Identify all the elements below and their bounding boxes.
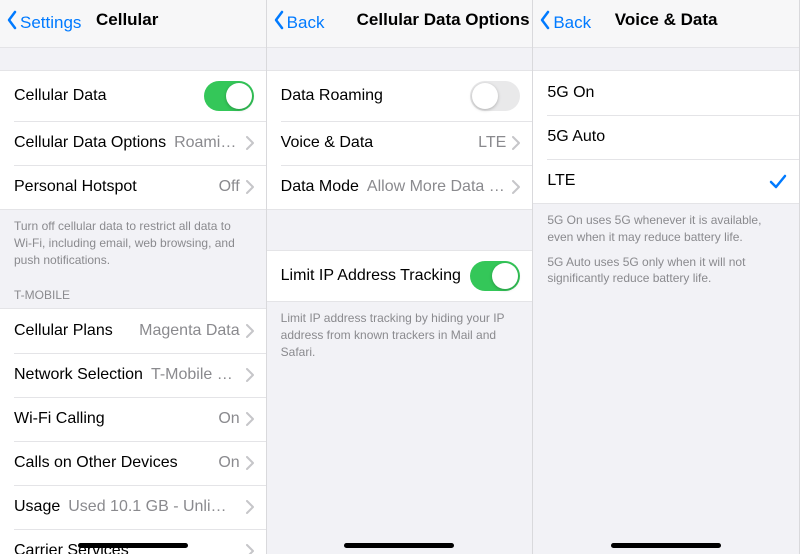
footer-line-2: 5G Auto uses 5G only when it will not si… [547, 254, 785, 288]
chevron-right-icon [246, 324, 254, 338]
row-calls-other-devices[interactable]: Calls on Other Devices On [0, 441, 266, 485]
chevron-right-icon [512, 136, 520, 150]
chevron-right-icon [246, 500, 254, 514]
cell-value: Magenta Data [139, 322, 240, 340]
row-voice-and-data[interactable]: Voice & Data LTE [267, 121, 533, 165]
cell-label: Cellular Plans [14, 322, 113, 340]
row-usage[interactable]: Usage Used 10.1 GB - Unlimited [0, 485, 266, 529]
back-label: Back [287, 13, 325, 33]
row-cellular-data[interactable]: Cellular Data [0, 71, 266, 121]
group-cellular-main: Cellular Data Cellular Data Options Roam… [0, 70, 266, 210]
cell-label: Calls on Other Devices [14, 454, 178, 472]
row-network-selection[interactable]: Network Selection T-Mobile Wi-Fi [0, 353, 266, 397]
cell-label: Data Roaming [281, 87, 383, 105]
navbar: Settings Cellular [0, 0, 266, 48]
footer-limit-ip: Limit IP address tracking by hiding your… [267, 302, 533, 366]
chevron-left-icon [273, 10, 285, 35]
chevron-right-icon [246, 456, 254, 470]
cell-label: Cellular Data [14, 87, 106, 105]
back-button-settings[interactable]: Settings [6, 10, 81, 35]
cell-label: Data Mode [281, 178, 359, 196]
cell-value: On [218, 410, 239, 428]
cell-label: LTE [547, 172, 575, 190]
pane-cellular: Settings Cellular Cellular Data Cellular… [0, 0, 267, 554]
home-indicator[interactable] [78, 543, 188, 548]
footer-line-1: 5G On uses 5G whenever it is available, … [547, 212, 785, 246]
row-carrier-services[interactable]: Carrier Services [0, 529, 266, 554]
cell-label: Usage [14, 498, 60, 516]
cell-value: Used 10.1 GB - Unlimited [68, 498, 239, 516]
row-cellular-plans[interactable]: Cellular Plans Magenta Data [0, 309, 266, 353]
navbar: Back Voice & Data [533, 0, 799, 48]
group-voice-data-options: 5G On 5G Auto LTE [533, 70, 799, 204]
footer-cellular-data: Turn off cellular data to restrict all d… [0, 210, 266, 274]
row-limit-ip-tracking[interactable]: Limit IP Address Tracking [267, 251, 533, 301]
cell-label: Limit IP Address Tracking [281, 267, 461, 285]
data-roaming-toggle[interactable] [470, 81, 520, 111]
limit-ip-toggle[interactable] [470, 261, 520, 291]
chevron-right-icon [246, 368, 254, 382]
cell-value: T-Mobile Wi-Fi [151, 366, 240, 384]
section-header-carrier: T-MOBILE [0, 274, 266, 308]
home-indicator[interactable] [611, 543, 721, 548]
cell-label: Wi-Fi Calling [14, 410, 105, 428]
cell-value: On [218, 454, 239, 472]
row-data-roaming[interactable]: Data Roaming [267, 71, 533, 121]
cell-value: Off [219, 178, 240, 196]
row-cellular-data-options[interactable]: Cellular Data Options Roaming Off [0, 121, 266, 165]
chevron-left-icon [6, 10, 18, 35]
cell-value: LTE [478, 134, 506, 152]
page-title: Cellular [96, 10, 158, 30]
cell-label: Personal Hotspot [14, 178, 137, 196]
pane-cellular-data-options: Back Cellular Data Options Data Roaming … [267, 0, 534, 554]
option-5g-auto[interactable]: 5G Auto [533, 115, 799, 159]
chevron-right-icon [246, 544, 254, 554]
chevron-right-icon [246, 136, 254, 150]
row-wifi-calling[interactable]: Wi-Fi Calling On [0, 397, 266, 441]
cell-label: 5G Auto [547, 128, 605, 146]
cell-label: Voice & Data [281, 134, 374, 152]
row-data-mode[interactable]: Data Mode Allow More Data on 5G [267, 165, 533, 209]
cell-label: 5G On [547, 84, 594, 102]
cell-value: Roaming Off [174, 134, 240, 152]
group-carrier: Cellular Plans Magenta Data Network Sele… [0, 308, 266, 554]
chevron-left-icon [539, 10, 551, 35]
back-label: Settings [20, 13, 81, 33]
group-limit-ip: Limit IP Address Tracking [267, 250, 533, 302]
back-label: Back [553, 13, 591, 33]
cell-label: Network Selection [14, 366, 143, 384]
group-cdo-main: Data Roaming Voice & Data LTE Data Mode … [267, 70, 533, 210]
back-button[interactable]: Back [539, 10, 591, 35]
cell-value: Allow More Data on 5G [367, 178, 506, 196]
option-lte[interactable]: LTE [533, 159, 799, 203]
footer-voice-data: 5G On uses 5G whenever it is available, … [533, 204, 799, 293]
row-personal-hotspot[interactable]: Personal Hotspot Off [0, 165, 266, 209]
pane-voice-and-data: Back Voice & Data 5G On 5G Auto LTE 5G O… [533, 0, 800, 554]
chevron-right-icon [512, 180, 520, 194]
home-indicator[interactable] [344, 543, 454, 548]
back-button[interactable]: Back [273, 10, 325, 35]
cell-label: Cellular Data Options [14, 134, 166, 152]
chevron-right-icon [246, 180, 254, 194]
page-title: Cellular Data Options [357, 10, 530, 30]
cellular-data-toggle[interactable] [204, 81, 254, 111]
checkmark-icon [769, 172, 787, 190]
option-5g-on[interactable]: 5G On [533, 71, 799, 115]
navbar: Back Cellular Data Options [267, 0, 533, 48]
chevron-right-icon [246, 412, 254, 426]
